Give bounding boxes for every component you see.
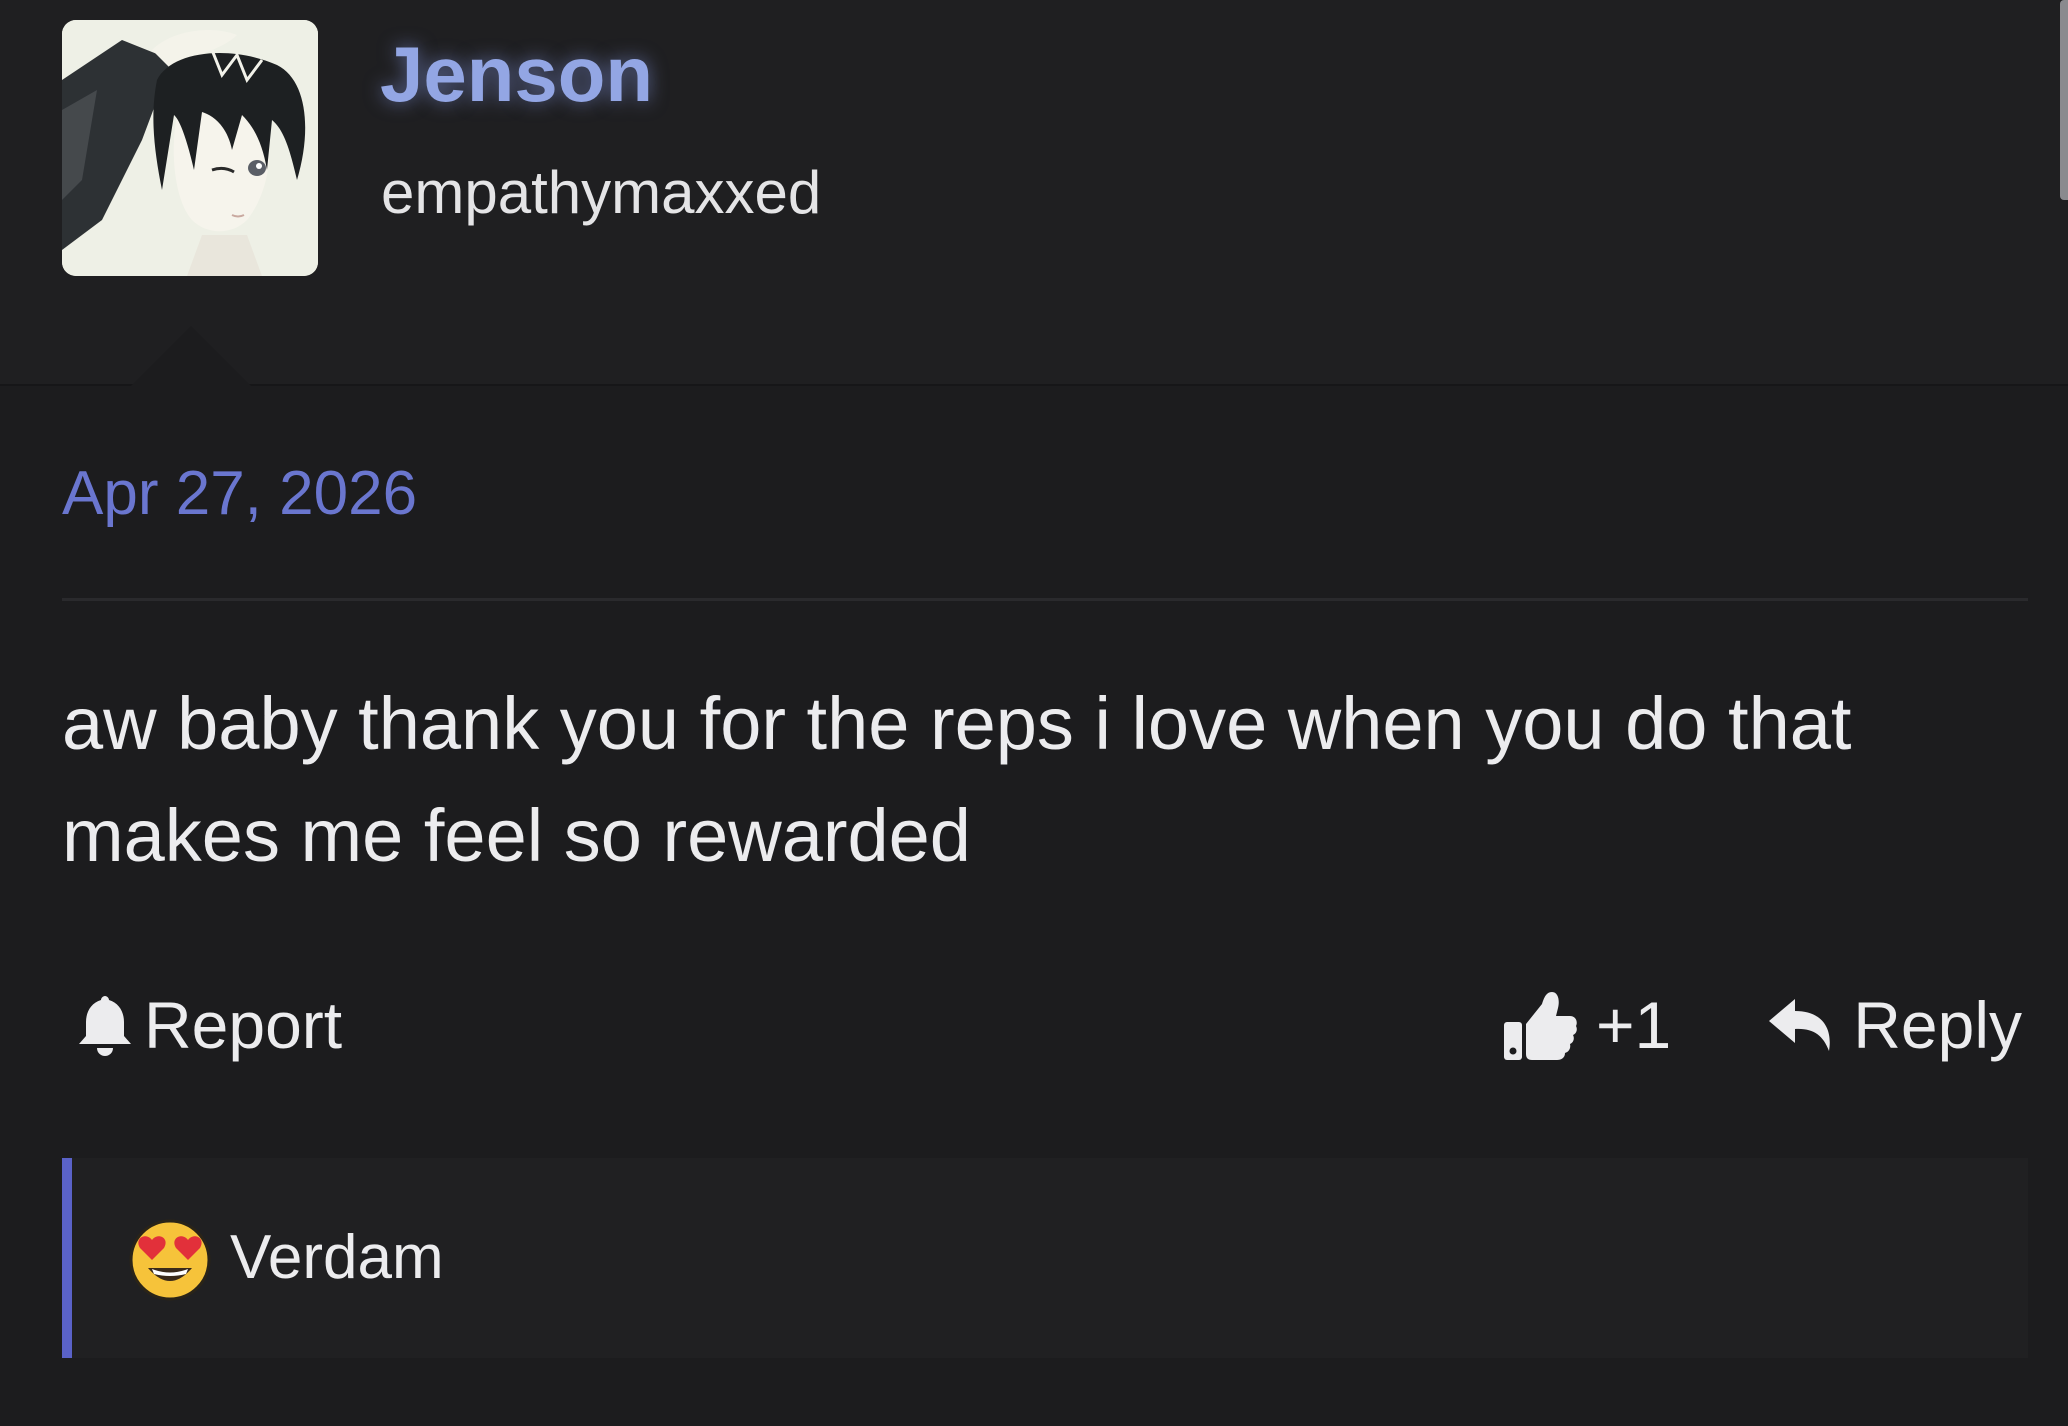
avatar[interactable] bbox=[62, 20, 318, 276]
reply-button[interactable]: Reply bbox=[1767, 987, 2022, 1063]
like-button[interactable]: +1 bbox=[1502, 987, 1671, 1063]
anime-avatar-image bbox=[62, 20, 318, 276]
report-button[interactable]: Report bbox=[76, 987, 342, 1063]
heart-eyes-emoji-icon bbox=[129, 1219, 211, 1301]
header-divider bbox=[0, 384, 2068, 386]
body-divider bbox=[62, 598, 2028, 601]
header-pointer bbox=[131, 326, 251, 386]
author-user-title: empathymaxxed bbox=[381, 159, 822, 226]
report-label: Report bbox=[144, 988, 343, 1062]
scrollbar-thumb[interactable] bbox=[2060, 0, 2068, 200]
like-count: +1 bbox=[1596, 988, 1672, 1062]
reaction-user[interactable]: Verdam bbox=[230, 1222, 444, 1293]
reply-arrow-icon bbox=[1769, 999, 1831, 1051]
thumbs-up-icon bbox=[1504, 992, 1577, 1060]
post-date[interactable]: Apr 27, 2026 bbox=[62, 458, 417, 529]
author-name[interactable]: Jenson bbox=[380, 30, 653, 120]
reaction-list[interactable]: Verdam bbox=[62, 1158, 2028, 1358]
bell-icon bbox=[79, 996, 131, 1056]
reply-label: Reply bbox=[1853, 988, 2022, 1062]
reaction-accent-bar bbox=[62, 1158, 72, 1358]
post-message: aw baby thank you for the reps i love wh… bbox=[62, 682, 1852, 877]
